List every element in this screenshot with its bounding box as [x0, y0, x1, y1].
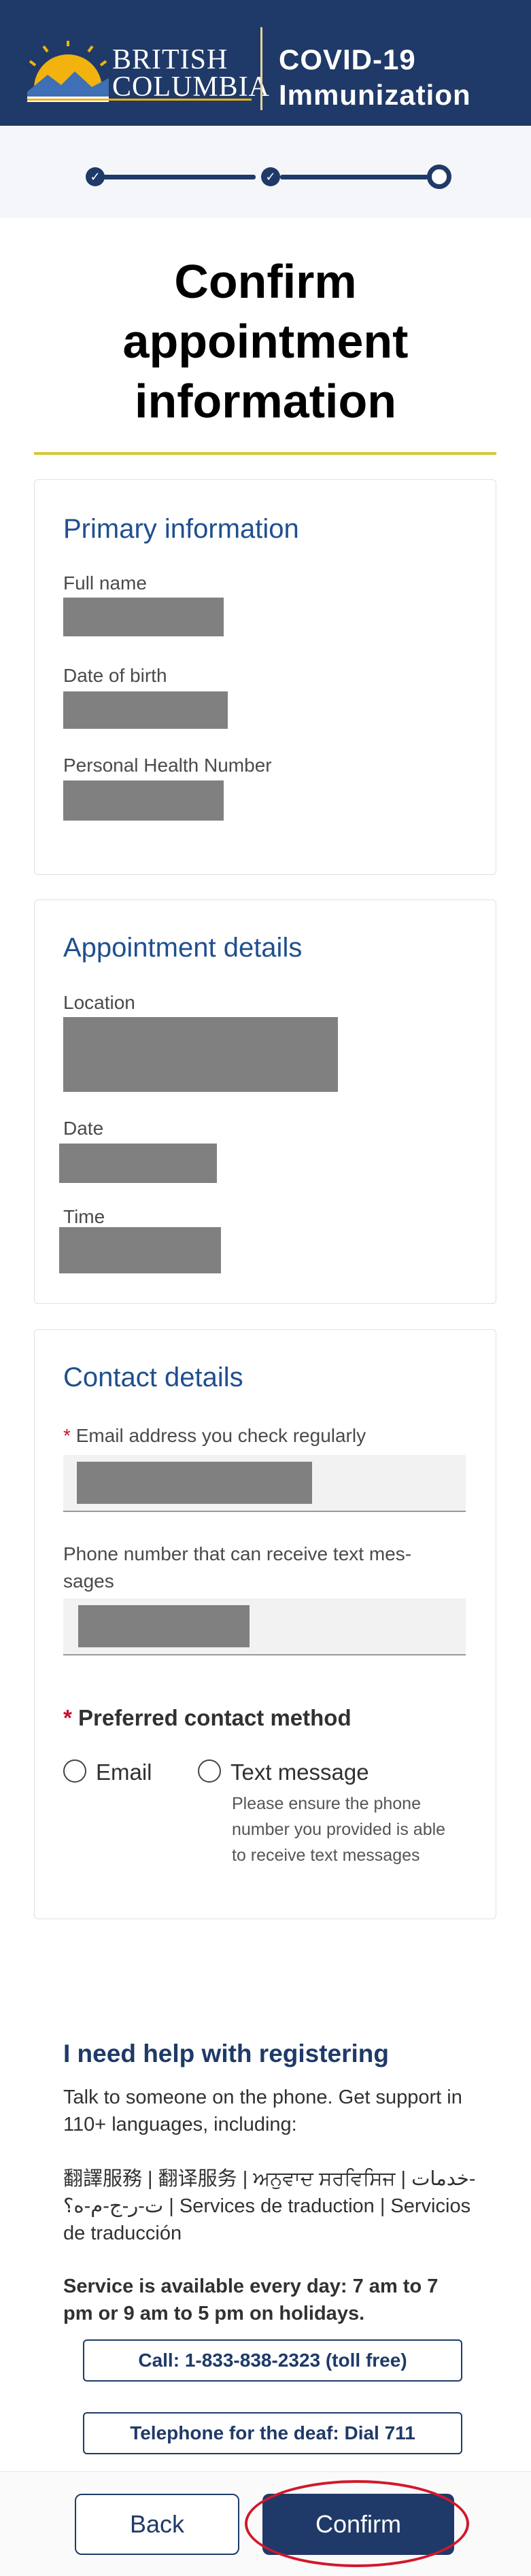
primary-information-card: Primary information Full name Date of bi…	[34, 479, 496, 875]
personal-health-number-label: Personal Health Number	[63, 755, 272, 776]
text-message-radio-label[interactable]: Text message	[230, 1759, 369, 1785]
text-hint-line-2: number you provided is able	[232, 1820, 446, 1839]
step-3-current	[427, 165, 451, 189]
text-message-hint: Please ensure the phone number you provi…	[232, 1791, 456, 1868]
date-of-birth-value-redacted	[63, 691, 228, 729]
text-message-radio[interactable]	[198, 1759, 221, 1783]
preferred-contact-label-text: Preferred contact method	[78, 1705, 352, 1730]
full-name-label: Full name	[63, 572, 147, 594]
languages-line-1: 翻譯服務 | 翻译服务 | ਅਨੁਵਾਦ ਸਰਵਿਸਿਜ | خدمات-	[63, 2168, 476, 2190]
check-icon: ✓	[90, 170, 101, 184]
contact-details-heading: Contact details	[63, 1362, 243, 1392]
personal-health-number-value-redacted	[63, 780, 224, 821]
location-label: Location	[63, 992, 135, 1013]
email-label-text: Email address you check regularly	[75, 1425, 366, 1446]
confirm-button[interactable]: Confirm	[262, 2494, 454, 2555]
step-connector-2	[280, 175, 428, 179]
page-title: Confirm appointment information	[0, 252, 531, 431]
required-marker: *	[63, 1425, 71, 1446]
time-value-redacted	[59, 1227, 221, 1273]
phone-label-line-2: sages	[63, 1570, 114, 1592]
page-title-line-2: appointment	[122, 315, 409, 368]
text-hint-line-1: Please ensure the phone	[232, 1794, 421, 1813]
required-marker: *	[63, 1705, 72, 1730]
location-value-redacted	[63, 1017, 338, 1092]
logo-underline	[27, 99, 252, 101]
step-2-complete: ✓	[261, 167, 280, 186]
service-hours: Service is available every day: 7 am to …	[63, 2273, 478, 2327]
date-of-birth-label: Date of birth	[63, 665, 167, 686]
help-intro: Talk to someone on the phone. Get suppor…	[63, 2084, 478, 2138]
preferred-contact-label: * Preferred contact method	[63, 1705, 352, 1731]
appointment-details-heading: Appointment details	[63, 933, 303, 963]
site-header: BRITISH COLUMBIA COVID-19 Immunization	[0, 0, 531, 126]
phone-input[interactable]	[63, 1598, 466, 1655]
help-intro-line-1: Talk to someone on the phone. Get suppor…	[63, 2086, 462, 2108]
email-value-redacted	[77, 1462, 312, 1504]
languages-line-2: ت-ر-ج-م-ه؟ | Services de traduction | Se…	[63, 2195, 471, 2217]
help-heading: I need help with registering	[63, 2040, 390, 2067]
logo-line-2: COLUMBIA	[112, 71, 271, 103]
title-divider	[34, 452, 496, 455]
date-label: Date	[63, 1118, 104, 1139]
time-label: Time	[63, 1206, 105, 1227]
languages-line-3: de traducción	[63, 2222, 182, 2244]
sun-mountain-icon	[27, 41, 109, 102]
help-intro-line-2: 110+ languages, including:	[63, 2114, 297, 2135]
service-hours-line-1: Service is available every day: 7 am to …	[63, 2276, 439, 2297]
primary-information-heading: Primary information	[63, 514, 299, 544]
tty-button[interactable]: Telephone for the deaf: Dial 711	[83, 2412, 462, 2454]
header-divider	[260, 27, 262, 110]
email-radio[interactable]	[63, 1759, 86, 1783]
phone-label: Phone number that can receive text mes- …	[63, 1541, 411, 1595]
bc-logo[interactable]: BRITISH COLUMBIA	[27, 34, 269, 109]
page-title-line-1: Confirm	[174, 255, 357, 308]
date-value-redacted	[59, 1144, 217, 1183]
page-title-line-3: information	[135, 375, 396, 428]
service-hours-line-2: pm or 9 am to 5 pm on holidays.	[63, 2303, 365, 2324]
header-title-line-2: Immunization	[279, 79, 471, 111]
logo-line-1: BRITISH	[112, 44, 228, 75]
phone-value-redacted	[78, 1605, 250, 1647]
email-label: * Email address you check regularly	[63, 1425, 366, 1447]
text-hint-line-3: to receive text messages	[232, 1846, 420, 1865]
email-input[interactable]	[63, 1455, 466, 1512]
back-button[interactable]: Back	[75, 2494, 239, 2555]
check-icon: ✓	[265, 170, 276, 184]
header-title-line-1: COVID-19	[279, 44, 416, 75]
step-1-complete: ✓	[86, 167, 105, 186]
phone-label-line-1: Phone number that can receive text mes-	[63, 1543, 412, 1564]
email-radio-label[interactable]: Email	[96, 1759, 152, 1785]
translation-services-list: 翻譯服務 | 翻译服务 | ਅਨੁਵਾਦ ਸਰਵਿਸਿਜ | خدمات- ت-…	[63, 2165, 478, 2247]
full-name-value-redacted	[63, 598, 224, 636]
logo-wordmark: BRITISH COLUMBIA	[112, 46, 270, 101]
header-title: COVID-19 Immunization	[279, 42, 471, 113]
call-button[interactable]: Call: 1-833-838-2323 (toll free)	[83, 2339, 462, 2382]
appointment-details-card: Appointment details Location Date Time	[34, 899, 496, 1304]
contact-details-card: Contact details * Email address you chec…	[34, 1329, 496, 1919]
step-connector-1	[102, 175, 256, 179]
